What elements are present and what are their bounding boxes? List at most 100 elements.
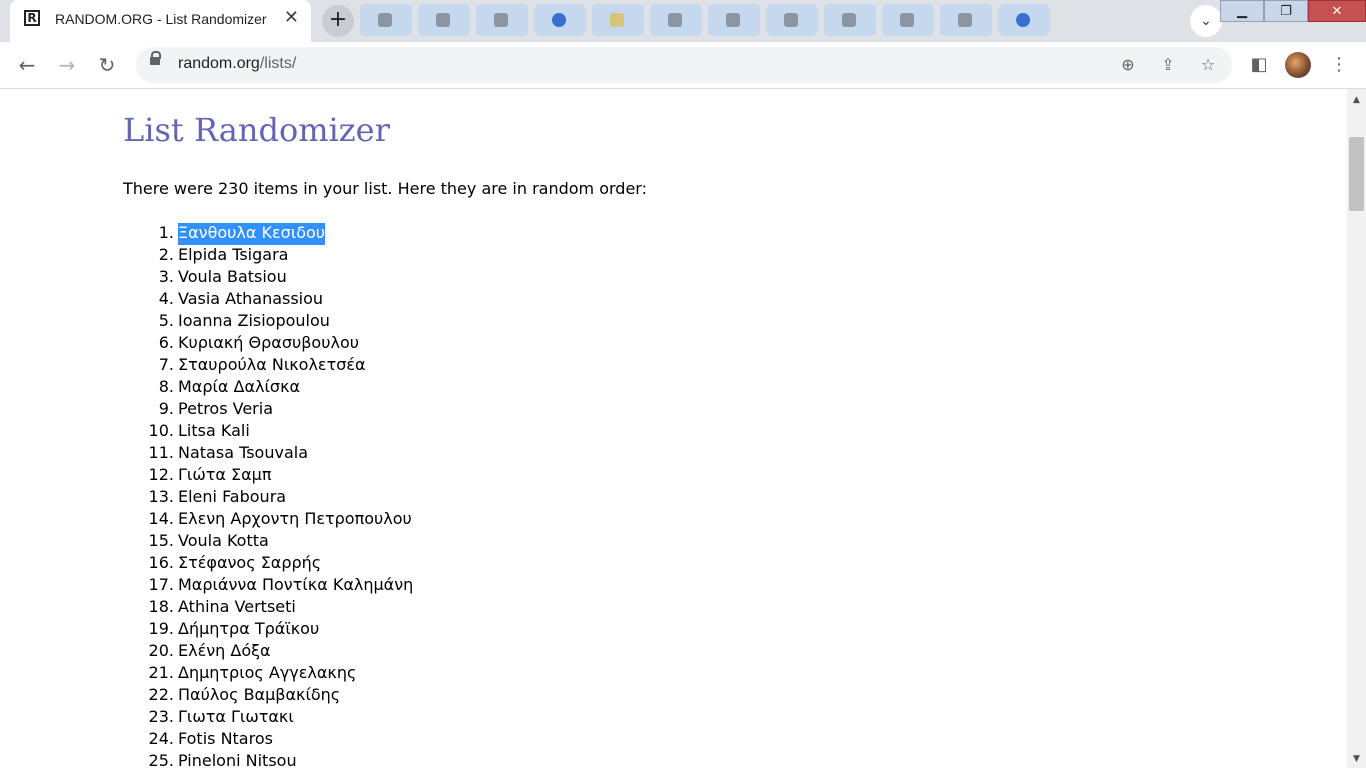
- page-title: List Randomizer: [123, 111, 390, 149]
- kebab-menu-icon[interactable]: ⋮: [1324, 50, 1354, 80]
- list-item: 23. Γιωτα Γιωτακι: [123, 707, 413, 729]
- list-item: 3. Voula Batsiou: [123, 267, 413, 289]
- list-item-text[interactable]: Δημητριος Αγγελακης: [178, 663, 356, 685]
- star-icon[interactable]: ☆: [1196, 53, 1220, 77]
- background-tab[interactable]: [476, 4, 528, 36]
- list-item: 19. Δήμητρα Τράϊκου: [123, 619, 413, 641]
- list-item: 1. Ξανθουλα Κεσιδου: [123, 223, 413, 245]
- list-item-text[interactable]: Παύλος Βαμβακίδης: [178, 685, 340, 707]
- list-item-number: 13.: [148, 487, 174, 506]
- list-item-number: 18.: [148, 597, 174, 616]
- list-item-text[interactable]: Μαρία Δαλίσκα: [178, 377, 300, 399]
- list-item: 8. Μαρία Δαλίσκα: [123, 377, 413, 399]
- list-item-text[interactable]: Κυριακή Θρασυβουλου: [178, 333, 359, 355]
- list-item: 13. Eleni Faboura: [123, 487, 413, 509]
- list-item-text[interactable]: Γιωτα Γιωτακι: [178, 707, 294, 729]
- background-tab[interactable]: [824, 4, 876, 36]
- background-tab[interactable]: [592, 4, 644, 36]
- random-org-favicon-icon: R: [24, 10, 40, 26]
- background-tab[interactable]: [708, 4, 760, 36]
- list-item-text[interactable]: Fotis Ntaros: [178, 729, 273, 751]
- url-text[interactable]: random.org/lists/: [178, 55, 296, 73]
- background-tab[interactable]: [882, 4, 934, 36]
- list-item-number: 20.: [148, 641, 174, 660]
- list-item-text[interactable]: Pineloni Nitsou: [178, 751, 297, 768]
- list-item: 11. Natasa Tsouvala: [123, 443, 413, 465]
- avatar[interactable]: [1285, 52, 1311, 78]
- list-item-text[interactable]: Litsa Kali: [178, 421, 250, 443]
- list-item-text[interactable]: Athina Vertseti: [178, 597, 296, 619]
- tab-close-icon[interactable]: ✕: [284, 9, 299, 27]
- tab-strip: R RANDOM.ORG - List Randomizer ✕ + ⌄ ▁ ❐…: [0, 0, 1366, 42]
- forward-arrow-icon[interactable]: →: [52, 50, 82, 80]
- background-tab[interactable]: [360, 4, 412, 36]
- list-item-number: 24.: [148, 729, 174, 748]
- list-item-text[interactable]: Ioanna Zisiopoulou: [178, 311, 330, 333]
- scrollbar-thumb[interactable]: [1349, 137, 1364, 211]
- list-item: 14. Ελενη Αρχοντη Πετροπουλου: [123, 509, 413, 531]
- reload-icon[interactable]: ↻: [92, 50, 122, 80]
- zoom-icon[interactable]: ⊕: [1116, 53, 1140, 77]
- randomized-list: 1. Ξανθουλα Κεσιδου 2. Elpida Tsigara 3. Voul…: [123, 223, 413, 768]
- list-item: 12. Γιώτα Σαμπ: [123, 465, 413, 487]
- list-item-text[interactable]: Γιώτα Σαμπ: [178, 465, 271, 487]
- background-tab[interactable]: [534, 4, 586, 36]
- list-item-text[interactable]: Eleni Faboura: [178, 487, 286, 509]
- list-item: 2. Elpida Tsigara: [123, 245, 413, 267]
- window-close-icon[interactable]: ✕: [1308, 0, 1366, 22]
- browser-toolbar: ← → ↻ random.org/lists/ ⊕ ⇪ ☆ ◧ ⋮: [0, 42, 1366, 89]
- list-item-number: 17.: [148, 575, 174, 594]
- list-item-number: 9.: [158, 399, 174, 418]
- list-item: 18. Athina Vertseti: [123, 597, 413, 619]
- list-item: 15. Voula Kotta: [123, 531, 413, 553]
- background-tab[interactable]: [766, 4, 818, 36]
- list-item-text[interactable]: Ελένη Δόξα: [178, 641, 271, 663]
- result-intro: There were 230 items in your list. Here …: [123, 179, 647, 198]
- restore-icon[interactable]: ❐: [1264, 0, 1308, 22]
- list-item-text[interactable]: Σταυρούλα Νικολετσέα: [178, 355, 366, 377]
- page-content: List Randomizer There were 230 items in …: [0, 89, 1347, 768]
- list-item-text[interactable]: Natasa Tsouvala: [178, 443, 308, 465]
- background-tab[interactable]: [998, 4, 1050, 36]
- list-item-number: 8.: [158, 377, 174, 396]
- list-item-text[interactable]: Ελενη Αρχοντη Πετροπουλου: [178, 509, 412, 531]
- background-tab[interactable]: [418, 4, 470, 36]
- list-item-number: 16.: [148, 553, 174, 572]
- list-item-text[interactable]: Μαριάννα Ποντίκα Καλημάνη: [178, 575, 413, 597]
- list-item-text[interactable]: Voula Kotta: [178, 531, 269, 553]
- list-item-number: 3.: [158, 267, 174, 286]
- lock-icon[interactable]: [150, 51, 161, 65]
- list-item-text[interactable]: Elpida Tsigara: [178, 245, 288, 267]
- list-item-text[interactable]: Ξανθουλα Κεσιδου: [178, 223, 326, 245]
- tab-search-chevron-icon[interactable]: ⌄: [1190, 5, 1222, 37]
- new-tab-button[interactable]: +: [322, 5, 354, 37]
- share-icon[interactable]: ⇪: [1156, 53, 1180, 77]
- side-panel-icon[interactable]: ◧: [1244, 50, 1274, 80]
- list-item-number: 12.: [148, 465, 174, 484]
- list-item: 7. Σταυρούλα Νικολετσέα: [123, 355, 413, 377]
- scroll-up-icon[interactable]: ▲: [1347, 93, 1366, 107]
- list-item-number: 7.: [158, 355, 174, 374]
- list-item-number: 4.: [158, 289, 174, 308]
- background-tab[interactable]: [650, 4, 702, 36]
- address-bar[interactable]: random.org/lists/ ⊕ ⇪ ☆: [136, 47, 1232, 83]
- tab-random-org[interactable]: R RANDOM.ORG - List Randomizer ✕: [10, 0, 311, 42]
- back-arrow-icon[interactable]: ←: [12, 50, 42, 80]
- list-item-text[interactable]: Στέφανος Σαρρής: [178, 553, 321, 575]
- list-item-number: 19.: [148, 619, 174, 638]
- list-item-text[interactable]: Δήμητρα Τράϊκου: [178, 619, 319, 641]
- vertical-scrollbar[interactable]: ▲ ▼: [1347, 89, 1366, 768]
- background-tab[interactable]: [940, 4, 992, 36]
- list-item-text[interactable]: Petros Veria: [178, 399, 273, 421]
- list-item: 25. Pineloni Nitsou: [123, 751, 413, 768]
- minimize-icon[interactable]: ▁: [1220, 0, 1264, 22]
- list-item-text[interactable]: Vasia Athanassiou: [178, 289, 323, 311]
- list-item-number: 15.: [148, 531, 174, 550]
- list-item-text[interactable]: Voula Batsiou: [178, 267, 287, 289]
- list-item: 17. Μαριάννα Ποντίκα Καλημάνη: [123, 575, 414, 597]
- scroll-down-icon[interactable]: ▼: [1347, 752, 1366, 766]
- list-item: 24. Fotis Ntaros: [123, 729, 413, 751]
- list-item-number: 22.: [148, 685, 174, 704]
- list-item-number: 14.: [148, 509, 174, 528]
- list-item-number: 25.: [148, 751, 174, 768]
